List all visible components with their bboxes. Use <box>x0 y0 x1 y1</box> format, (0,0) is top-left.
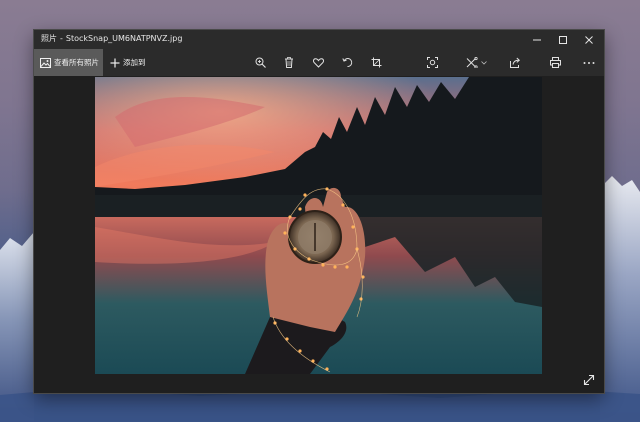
expand-icon <box>583 374 595 386</box>
enhance-button[interactable] <box>420 49 444 76</box>
maximize-icon <box>559 35 567 44</box>
rotate-icon <box>341 58 352 68</box>
minimize-icon <box>533 39 541 40</box>
add-to-button[interactable]: 添加到 <box>106 49 152 76</box>
more-button[interactable] <box>577 49 601 76</box>
title-separator: - <box>60 34 63 43</box>
edit-tools-icon <box>466 57 478 68</box>
view-all-photos-button[interactable]: 查看所有照片 <box>34 49 103 76</box>
photo-viewer[interactable] <box>34 76 604 393</box>
chevron-down-icon <box>480 60 487 65</box>
zoom-icon <box>255 57 266 68</box>
heart-icon <box>312 57 324 68</box>
share-icon <box>509 57 520 68</box>
desktop: 照片 - StockSnap_UM6NATPNVZ.jpg 查看所有照片 添加到 <box>0 0 640 422</box>
plus-icon <box>110 58 120 68</box>
toolbar: 查看所有照片 添加到 <box>34 49 604 76</box>
file-name: StockSnap_UM6NATPNVZ.jpg <box>65 34 183 43</box>
window-title: 照片 - StockSnap_UM6NATPNVZ.jpg <box>41 33 182 44</box>
view-all-photos-label: 查看所有照片 <box>54 58 99 67</box>
photo-icon <box>40 57 51 68</box>
app-name: 照片 <box>41 34 57 43</box>
close-icon <box>585 35 593 44</box>
delete-button[interactable] <box>277 49 301 76</box>
print-button[interactable] <box>543 49 567 76</box>
title-bar[interactable]: 照片 - StockSnap_UM6NATPNVZ.jpg <box>34 30 604 49</box>
photos-app-window: 照片 - StockSnap_UM6NATPNVZ.jpg 查看所有照片 添加到 <box>34 30 604 393</box>
close-button[interactable] <box>576 30 602 49</box>
minimize-button[interactable] <box>524 30 550 49</box>
enhance-icon <box>426 57 438 68</box>
crop-button[interactable] <box>364 49 388 76</box>
more-icon <box>583 61 595 64</box>
delete-icon <box>285 57 293 68</box>
maximize-button[interactable] <box>550 30 576 49</box>
share-button[interactable] <box>503 49 527 76</box>
zoom-button[interactable] <box>248 49 272 76</box>
print-icon <box>549 57 561 68</box>
rotate-button[interactable] <box>335 49 359 76</box>
add-to-label: 添加到 <box>123 58 146 67</box>
edit-create-button[interactable] <box>460 49 492 76</box>
favorite-button[interactable] <box>306 49 330 76</box>
crop-icon <box>371 57 381 68</box>
fullscreen-button[interactable] <box>579 370 599 390</box>
photo-image[interactable] <box>95 77 542 374</box>
